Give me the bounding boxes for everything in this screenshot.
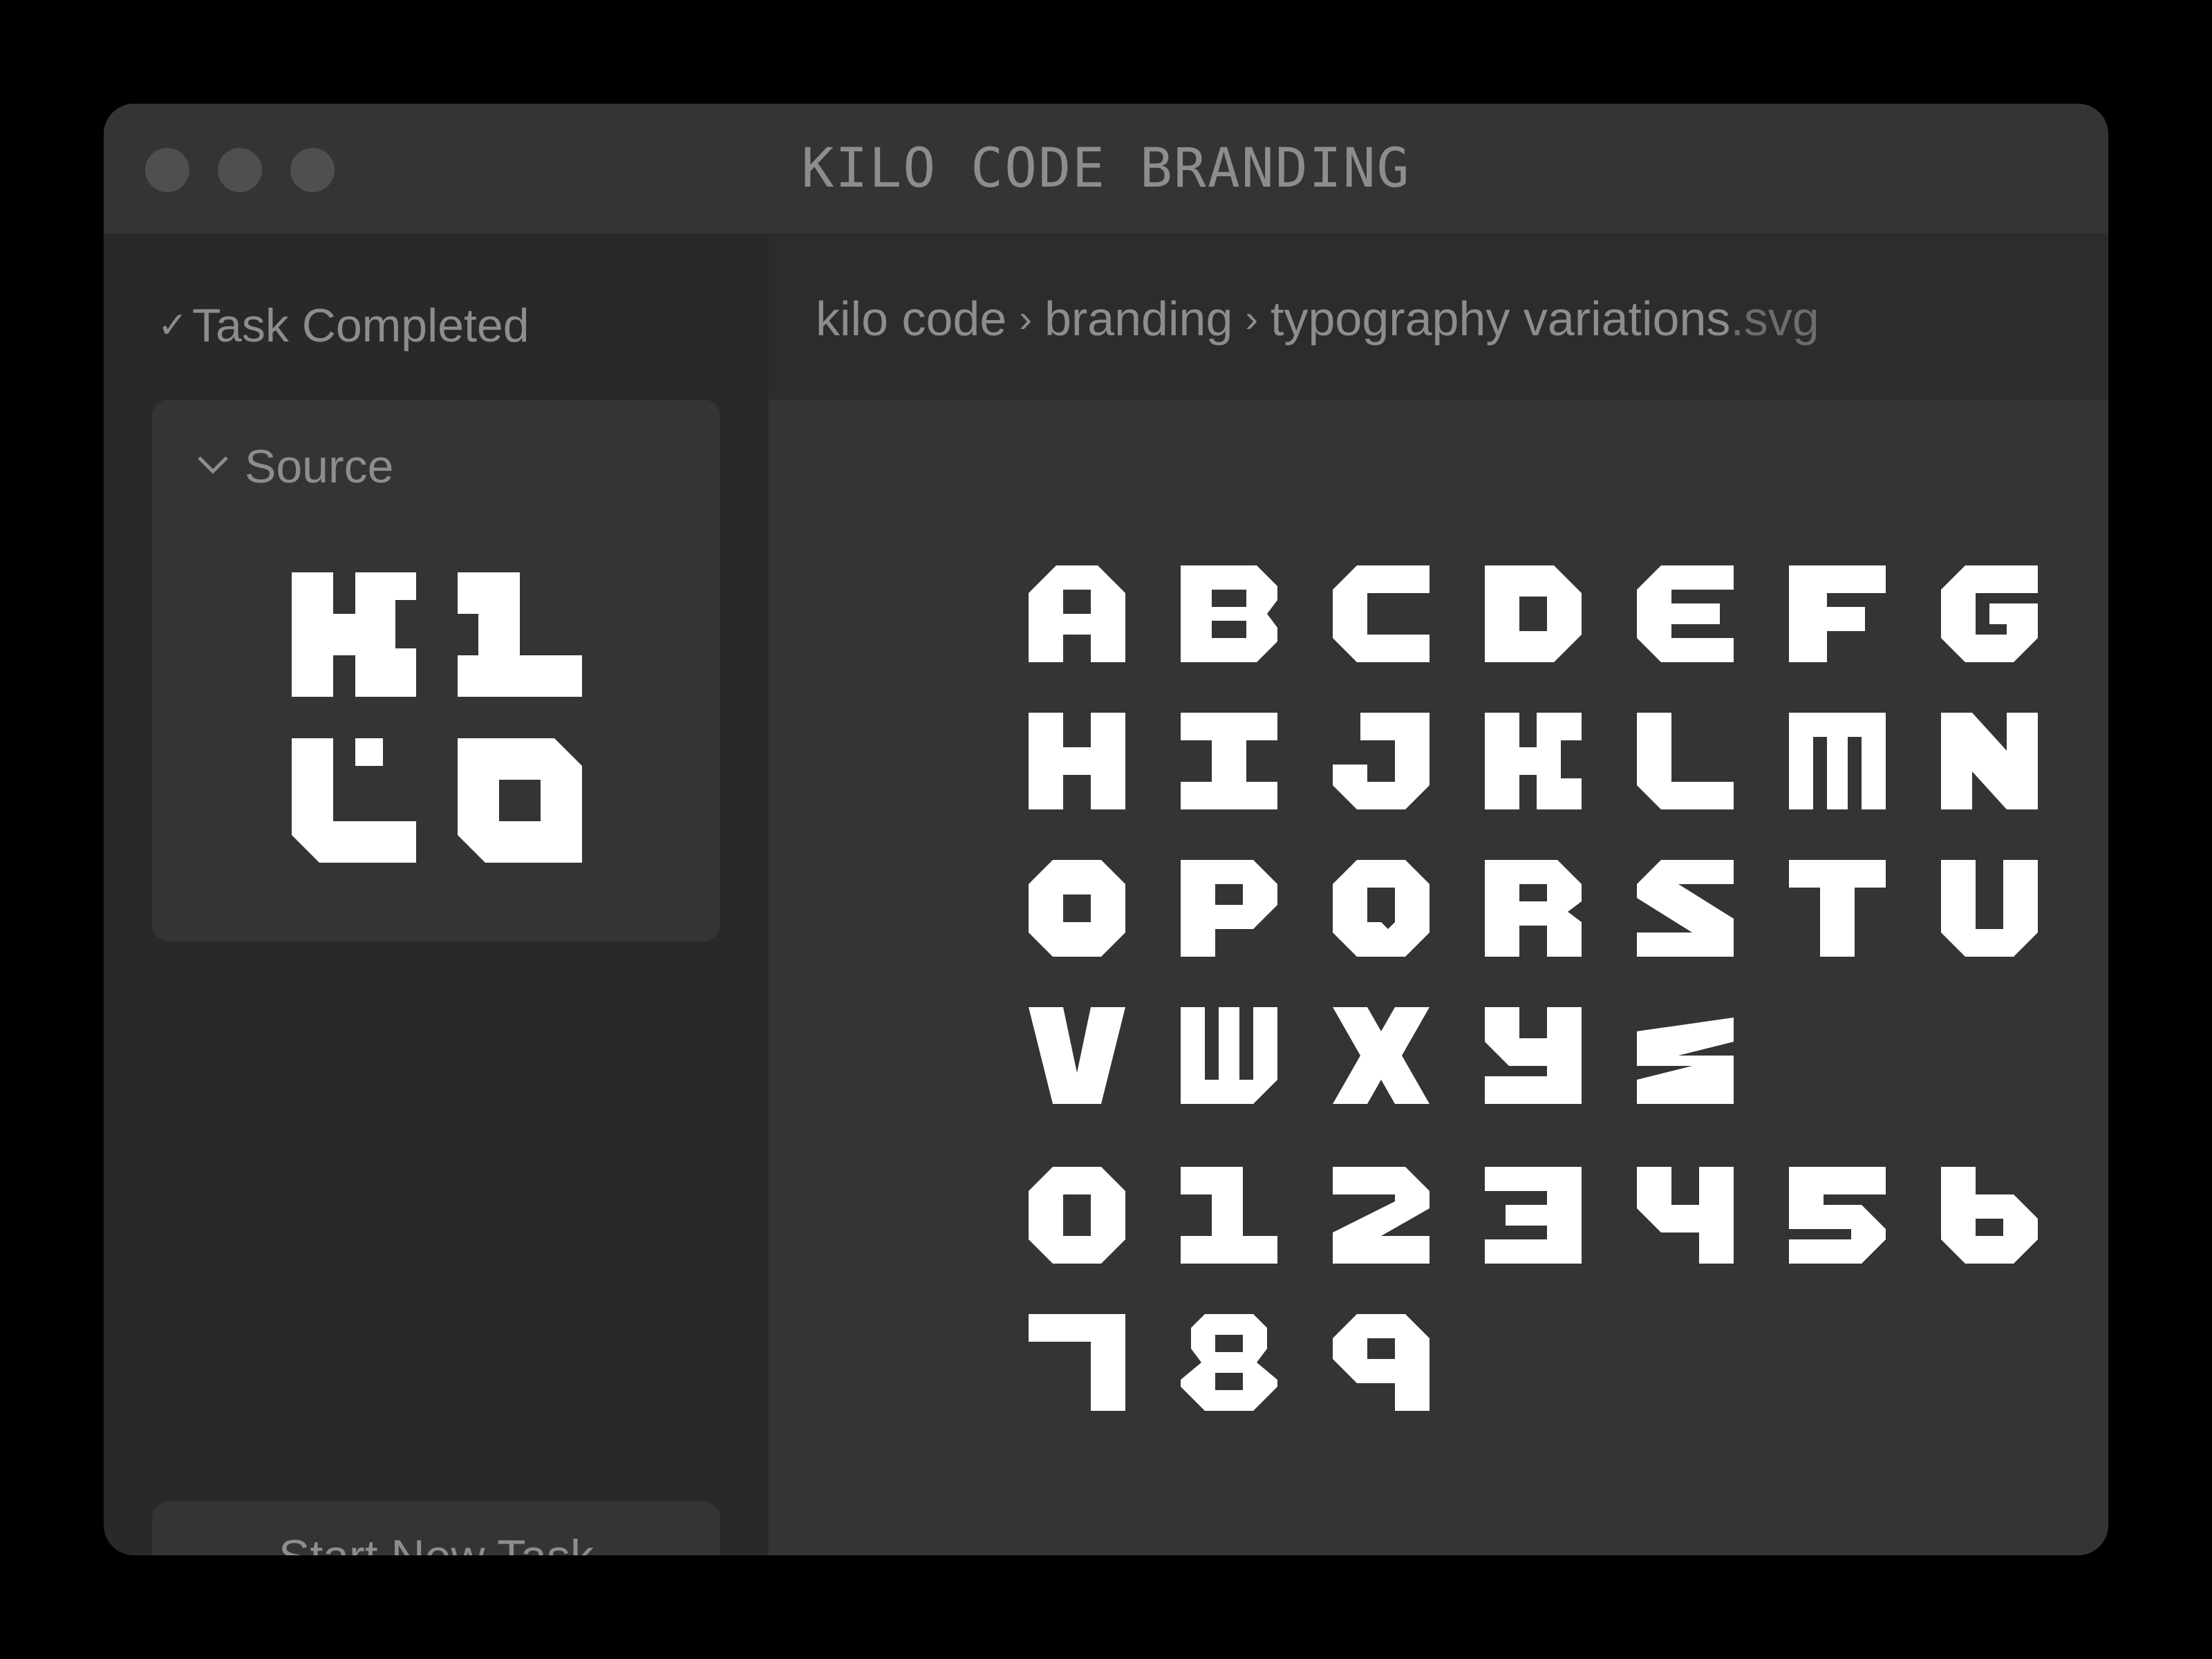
glyph-T [1789,860,1886,957]
glyph-Y [1485,1007,1582,1104]
glyph-G [1941,565,2038,662]
glyph-3 [1485,1167,1582,1264]
glyph-U [1941,860,2038,957]
chevron-right-icon: › [1019,297,1032,340]
breadcrumb-item[interactable]: kilo code [816,292,1006,346]
glyph-S [1637,860,1734,957]
check-icon: ✓ [158,306,188,346]
glyph-K [1485,713,1582,809]
source-toggle[interactable]: Source [196,435,393,498]
chevron-right-icon: › [1245,297,1259,340]
start-new-task-button[interactable]: Start New Task [152,1501,720,1555]
source-label: Source [245,440,394,493]
glyph-X [1333,1007,1430,1104]
glyph-R [1485,860,1582,957]
glyph-8 [1181,1314,1277,1411]
glyph-I [1181,713,1277,809]
window-title: KILO CODE BRANDING [801,138,1411,200]
glyph-V [1029,1007,1125,1104]
typography-specimen [1029,565,2038,1411]
glyph-B [1181,565,1277,662]
kilo-logo [292,572,582,863]
main-panel: kilo code › branding › typography variations… [769,234,2108,1555]
source-panel: Source [152,400,720,941]
glyph-D [1485,565,1582,662]
glyph-2 [1333,1167,1430,1264]
glyph-1 [1181,1167,1277,1264]
glyph-Q [1333,860,1430,957]
glyph-F [1789,565,1886,662]
task-status-label: Task Completed [192,299,529,352]
glyph-9 [1333,1314,1430,1411]
breadcrumb-item[interactable]: typography variations [1271,292,1730,346]
glyph-H [1029,713,1125,809]
glyph-W [1181,1007,1277,1104]
breadcrumb-item[interactable]: branding [1044,292,1232,346]
file-extension: .svg [1730,292,1819,346]
glyph-L [1637,713,1734,809]
breadcrumb: kilo code › branding › typography variations… [816,288,1819,350]
glyph-7 [1029,1314,1125,1411]
glyph-0 [1029,1167,1125,1264]
glyph-Z [1637,1018,1734,1104]
glyph-O [1029,860,1125,957]
chevron-down-icon [198,456,228,474]
sidebar: ✓Task Completed Source Start New Task [104,234,769,1555]
glyph-M [1789,713,1886,809]
title-bar: KILO CODE BRANDING [104,104,2108,234]
glyph-5 [1789,1167,1886,1264]
glyph-4 [1637,1167,1734,1264]
app-window: KILO CODE BRANDING ✓Task Completed Sourc… [104,104,2108,1555]
breadcrumb-bar: kilo code › branding › typography variations… [769,234,2108,400]
glyph-A [1029,565,1125,662]
glyph-N [1941,713,2038,809]
glyph-J [1333,713,1430,809]
glyph-6 [1941,1167,2038,1264]
glyph-E [1637,565,1734,662]
glyph-P [1181,860,1277,957]
glyph-C [1333,565,1430,662]
task-status: ✓Task Completed [158,294,529,357]
